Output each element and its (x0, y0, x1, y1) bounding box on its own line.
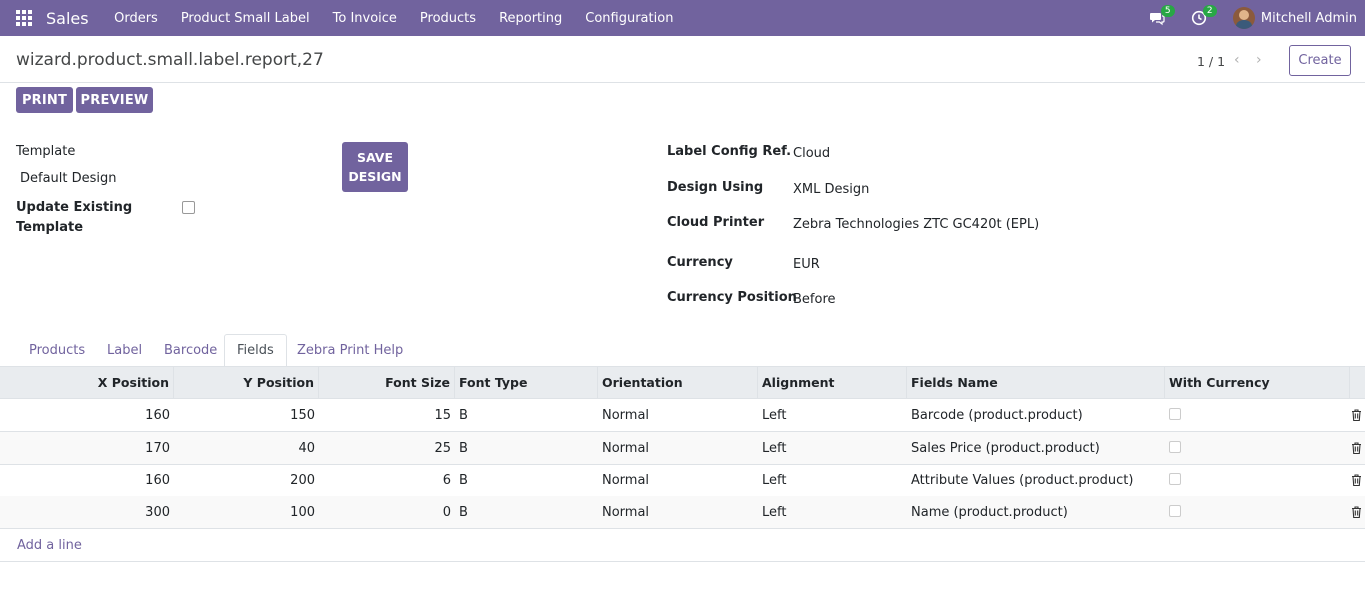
cell-font-type[interactable]: B (455, 399, 598, 431)
tab-label[interactable]: Label (95, 334, 154, 367)
print-button[interactable]: PRINT (16, 87, 73, 113)
trash-icon[interactable] (1351, 474, 1362, 486)
menu-product-small-label[interactable]: Product Small Label (169, 11, 321, 26)
col-font-size[interactable]: Font Size (319, 367, 455, 398)
tab-barcode[interactable]: Barcode (152, 334, 229, 367)
add-line-link[interactable]: Add a line (17, 538, 82, 553)
update-existing-label-line2: Template (16, 220, 84, 235)
trash-icon[interactable] (1351, 506, 1362, 518)
control-panel-divider (0, 82, 1365, 83)
with-currency-checkbox[interactable] (1169, 441, 1181, 453)
cell-x-position[interactable]: 170 (0, 432, 174, 464)
pager-value[interactable]: 1 / 1 (1197, 54, 1225, 69)
template-label: Template (16, 144, 76, 159)
table-row[interactable]: 160 150 15 B Normal Left Barcode (produc… (0, 399, 1365, 432)
cell-font-type[interactable]: B (455, 496, 598, 528)
col-y-position[interactable]: Y Position (174, 367, 319, 398)
save-design-label-line1: SAVE (356, 150, 394, 165)
col-alignment[interactable]: Alignment (758, 367, 907, 398)
cell-font-type[interactable]: B (455, 464, 598, 496)
tab-zebra-print-help[interactable]: Zebra Print Help (285, 334, 415, 367)
trash-icon[interactable] (1351, 442, 1362, 454)
cloud-printer-field[interactable]: Zebra Technologies ZTC GC420t (EPL) (793, 217, 1039, 232)
menu-configuration[interactable]: Configuration (574, 11, 685, 26)
activities-count-badge: 2 (1202, 5, 1217, 17)
trash-icon[interactable] (1351, 409, 1362, 421)
design-using-label: Design Using (667, 180, 764, 195)
table-row[interactable]: 170 40 25 B Normal Left Sales Price (pro… (0, 432, 1365, 465)
save-design-label-line2: DESIGN (348, 169, 402, 184)
cell-y-position[interactable]: 100 (174, 496, 319, 528)
cell-font-size[interactable]: 15 (319, 399, 455, 431)
table-bottom-divider (0, 561, 1365, 562)
cell-orientation[interactable]: Normal (598, 464, 758, 496)
currency-position-field[interactable]: Before (793, 292, 836, 307)
user-name[interactable]: Mitchell Admin (1261, 11, 1357, 26)
tab-products[interactable]: Products (17, 334, 97, 367)
messages-count-badge: 5 (1160, 5, 1175, 17)
user-avatar[interactable] (1232, 7, 1255, 29)
col-fields-name[interactable]: Fields Name (907, 367, 1165, 398)
fields-table-header: X Position Y Position Font Size Font Typ… (0, 366, 1365, 399)
cell-y-position[interactable]: 40 (174, 432, 319, 464)
apps-grid-icon[interactable] (16, 10, 32, 26)
cell-x-position[interactable]: 160 (0, 464, 174, 496)
cell-orientation[interactable]: Normal (598, 496, 758, 528)
cell-font-type[interactable]: B (455, 432, 598, 464)
update-existing-label-line1: Update Existing (16, 200, 133, 215)
currency-field[interactable]: EUR (793, 257, 820, 272)
cell-alignment[interactable]: Left (758, 399, 907, 431)
cell-alignment[interactable]: Left (758, 432, 907, 464)
col-with-currency[interactable]: With Currency (1165, 367, 1350, 398)
table-row[interactable]: 160 200 6 B Normal Left Attribute Values… (0, 464, 1365, 497)
pager-previous-icon[interactable]: ‹ (1234, 52, 1240, 68)
menu-reporting[interactable]: Reporting (488, 11, 574, 26)
cell-y-position[interactable]: 150 (174, 399, 319, 431)
col-font-type[interactable]: Font Type (455, 367, 598, 398)
update-existing-checkbox[interactable] (182, 201, 195, 214)
cell-y-position[interactable]: 200 (174, 464, 319, 496)
menu-products[interactable]: Products (408, 11, 487, 26)
menu-to-invoice[interactable]: To Invoice (321, 11, 408, 26)
cell-x-position[interactable]: 300 (0, 496, 174, 528)
tab-fields[interactable]: Fields (224, 334, 287, 367)
template-field[interactable]: Default Design (20, 171, 117, 186)
messages-button[interactable]: 5 (1149, 5, 1175, 28)
app-name[interactable]: Sales (46, 9, 89, 28)
cell-orientation[interactable]: Normal (598, 399, 758, 431)
cloud-printer-label: Cloud Printer (667, 215, 765, 230)
cell-fields-name[interactable]: Barcode (product.product) (907, 399, 1165, 431)
menu-orders[interactable]: Orders (103, 11, 170, 26)
table-row[interactable]: 300 100 0 B Normal Left Name (product.pr… (0, 496, 1365, 529)
preview-button[interactable]: PREVIEW (76, 87, 153, 113)
top-navbar: Sales Orders Product Small Label To Invo… (0, 0, 1365, 36)
cell-x-position[interactable]: 160 (0, 399, 174, 431)
label-config-ref-field[interactable]: Cloud (793, 146, 830, 161)
cell-alignment[interactable]: Left (758, 496, 907, 528)
save-design-button[interactable]: SAVE DESIGN (342, 142, 408, 192)
activities-button[interactable]: 2 (1191, 5, 1217, 28)
cell-orientation[interactable]: Normal (598, 432, 758, 464)
page-title: wizard.product.small.label.report,27 (16, 50, 324, 70)
cell-fields-name[interactable]: Sales Price (product.product) (907, 432, 1165, 464)
create-button[interactable]: Create (1289, 45, 1351, 76)
currency-position-label: Currency Position (667, 290, 797, 305)
cell-font-size[interactable]: 6 (319, 464, 455, 496)
with-currency-checkbox[interactable] (1169, 473, 1181, 485)
design-using-field[interactable]: XML Design (793, 182, 869, 197)
currency-label: Currency (667, 255, 733, 270)
pager-next-icon[interactable]: › (1256, 52, 1262, 68)
col-x-position[interactable]: X Position (0, 367, 174, 398)
with-currency-checkbox[interactable] (1169, 408, 1181, 420)
col-orientation[interactable]: Orientation (598, 367, 758, 398)
cell-alignment[interactable]: Left (758, 464, 907, 496)
label-config-ref-label: Label Config Ref. (667, 144, 792, 159)
cell-fields-name[interactable]: Name (product.product) (907, 496, 1165, 528)
cell-fields-name[interactable]: Attribute Values (product.product) (907, 464, 1165, 496)
cell-font-size[interactable]: 25 (319, 432, 455, 464)
with-currency-checkbox[interactable] (1169, 505, 1181, 517)
cell-font-size[interactable]: 0 (319, 496, 455, 528)
